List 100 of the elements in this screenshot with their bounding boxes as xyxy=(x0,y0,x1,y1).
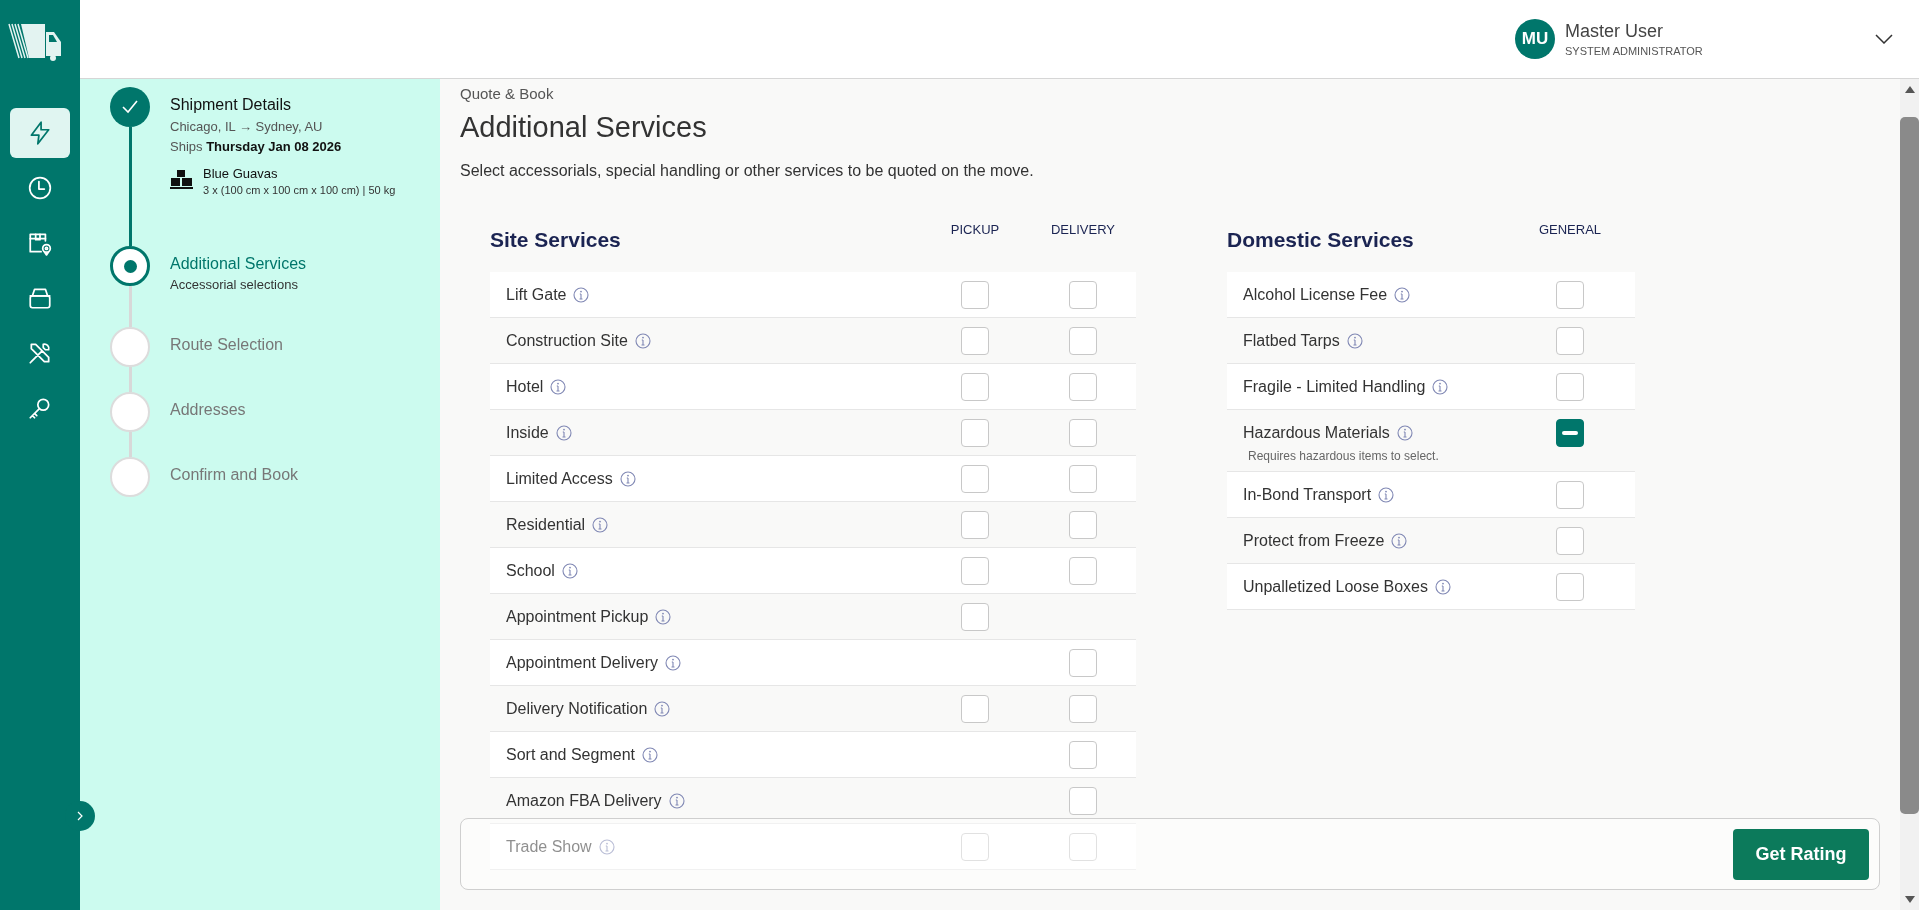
package-location-icon[interactable] xyxy=(27,230,53,256)
delivery-checkbox[interactable] xyxy=(1069,786,1097,815)
info-icon[interactable] xyxy=(1435,578,1451,595)
delivery-checkbox[interactable] xyxy=(1069,556,1097,585)
info-icon[interactable] xyxy=(634,332,651,349)
service-label: Delivery Notification xyxy=(506,699,648,718)
service-label: Residential xyxy=(506,515,586,534)
delivery-checkbox[interactable] xyxy=(1069,418,1097,447)
scrollbar-thumb[interactable] xyxy=(1900,117,1919,814)
info-icon[interactable] xyxy=(1378,486,1395,503)
service-label: In-Bond Transport xyxy=(1243,485,1372,504)
truck-logo-icon xyxy=(7,22,63,62)
item-name: Blue Guavas xyxy=(203,166,279,181)
pickup-checkbox[interactable] xyxy=(961,694,989,723)
service-label: Hotel xyxy=(506,377,544,396)
item-details: 3 x (100 cm x 100 cm x 100 cm) | 50 kg xyxy=(203,184,396,196)
delivery-checkbox[interactable] xyxy=(1069,648,1097,677)
service-note: Requires hazardous items to select. xyxy=(1247,449,1440,465)
delivery-checkbox[interactable] xyxy=(1069,280,1097,309)
service-label: Appointment Delivery xyxy=(506,653,659,672)
user-avatar: MU xyxy=(1515,19,1555,59)
info-icon[interactable] xyxy=(1432,378,1449,395)
general-checkbox[interactable] xyxy=(1556,418,1584,447)
delivery-checkbox[interactable] xyxy=(1069,694,1097,723)
clock-icon[interactable] xyxy=(27,175,53,201)
pickup-checkbox[interactable] xyxy=(961,602,989,631)
general-checkbox[interactable] xyxy=(1556,372,1584,401)
general-checkbox[interactable] xyxy=(1556,480,1584,509)
section-heading: Domestic Services xyxy=(1227,228,1415,253)
info-icon[interactable] xyxy=(1396,424,1413,441)
service-label: Unpalletized Loose Boxes xyxy=(1243,577,1428,596)
general-checkbox[interactable] xyxy=(1556,280,1584,309)
info-icon[interactable] xyxy=(561,562,578,579)
step-subtitle: Accessorial selections xyxy=(170,277,298,292)
info-icon[interactable] xyxy=(1391,532,1408,549)
route-text: Chicago, IL → Sydney, AU xyxy=(170,119,323,134)
chevron-down-icon[interactable] xyxy=(1875,34,1893,44)
step-title[interactable]: Shipment Details xyxy=(170,96,291,114)
pickup-checkbox[interactable] xyxy=(961,326,989,355)
scrollbar[interactable] xyxy=(1900,79,1919,910)
service-label: Flatbed Tarps xyxy=(1243,331,1340,350)
info-icon[interactable] xyxy=(598,838,615,855)
pickup-checkbox[interactable] xyxy=(961,556,989,585)
pickup-checkbox[interactable] xyxy=(961,372,989,401)
scroll-down-icon[interactable] xyxy=(1904,896,1915,904)
step-title[interactable]: Addresses xyxy=(170,401,246,419)
column-header: DELIVERY xyxy=(1050,221,1116,238)
info-icon[interactable] xyxy=(655,608,672,625)
delivery-checkbox[interactable] xyxy=(1069,510,1097,539)
pickup-checkbox[interactable] xyxy=(961,464,989,493)
service-label: Limited Access xyxy=(506,469,613,488)
user-role: SYSTEM ADMINISTRATOR xyxy=(1565,45,1704,57)
delivery-checkbox[interactable] xyxy=(1069,740,1097,769)
info-icon[interactable] xyxy=(555,424,572,441)
service-label: Lift Gate xyxy=(506,285,567,304)
step-title[interactable]: Route Selection xyxy=(170,336,283,354)
section-heading: Site Services xyxy=(490,228,622,253)
info-icon[interactable] xyxy=(592,516,609,533)
tools-icon[interactable] xyxy=(27,340,53,366)
delivery-checkbox[interactable] xyxy=(1069,832,1097,861)
info-icon[interactable] xyxy=(619,470,636,487)
delivery-checkbox[interactable] xyxy=(1069,326,1097,355)
info-icon[interactable] xyxy=(641,746,658,763)
get-rating-button[interactable]: Get Rating xyxy=(1733,828,1869,880)
pickup-checkbox[interactable] xyxy=(961,832,989,861)
general-checkbox[interactable] xyxy=(1556,326,1584,355)
info-icon[interactable] xyxy=(1346,332,1363,349)
breadcrumb: Quote & Book xyxy=(460,85,554,102)
pickup-checkbox[interactable] xyxy=(961,510,989,539)
service-label: Sort and Segment xyxy=(506,745,635,764)
pickup-checkbox[interactable] xyxy=(961,418,989,447)
tray-icon[interactable] xyxy=(27,285,53,311)
boxes-icon xyxy=(170,169,194,189)
step-title[interactable]: Additional Services xyxy=(170,255,307,273)
info-icon[interactable] xyxy=(573,286,590,303)
pickup-checkbox[interactable] xyxy=(961,280,989,309)
service-label: Fragile - Limited Handling xyxy=(1243,377,1426,396)
column-header: PICKUP xyxy=(950,221,1000,238)
nav-button[interactable] xyxy=(10,108,70,158)
info-icon[interactable] xyxy=(1394,286,1411,303)
service-label: Inside xyxy=(506,423,549,442)
service-label: Protect from Freeze xyxy=(1243,531,1385,550)
service-label: School xyxy=(506,561,555,580)
info-icon[interactable] xyxy=(550,378,567,395)
page-title: Additional Services xyxy=(460,111,708,144)
service-label: Hazardous Materials xyxy=(1243,423,1390,442)
service-label: Amazon FBA Delivery xyxy=(506,791,662,810)
scroll-up-icon[interactable] xyxy=(1904,85,1915,93)
info-icon[interactable] xyxy=(665,654,682,671)
info-icon[interactable] xyxy=(654,700,671,717)
step-title[interactable]: Confirm and Book xyxy=(170,466,299,484)
delivery-checkbox[interactable] xyxy=(1069,464,1097,493)
chevron-right-icon[interactable] xyxy=(75,811,85,821)
general-checkbox[interactable] xyxy=(1556,526,1584,555)
delivery-checkbox[interactable] xyxy=(1069,372,1097,401)
page-description: Select accessorials, special handling or other services to be quoted on the move. xyxy=(460,162,1035,180)
info-icon[interactable] xyxy=(668,792,685,809)
service-label: Trade Show xyxy=(506,837,592,856)
general-checkbox[interactable] xyxy=(1556,572,1584,601)
user-name: Master User xyxy=(1565,21,1664,42)
